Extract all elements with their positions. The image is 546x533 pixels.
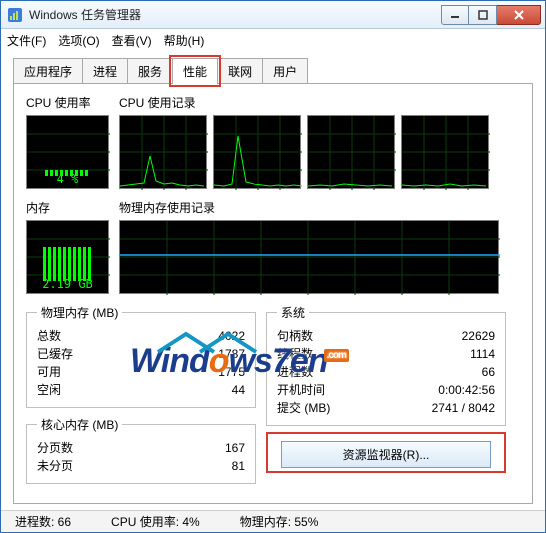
pm-total-k: 总数 (37, 327, 61, 345)
tab-services[interactable]: 服务 (127, 58, 173, 84)
sys-uptime-k: 开机时间 (277, 381, 325, 399)
system-legend: 系统 (277, 304, 309, 321)
performance-panel: CPU 使用率 4 % CPU 使用记录 (13, 83, 533, 504)
cpu-gauge-value: 4 % (27, 172, 108, 186)
pm-free-k: 空闲 (37, 381, 61, 399)
window-title: Windows 任务管理器 (29, 6, 441, 23)
window-buttons (441, 5, 541, 25)
menu-file[interactable]: 文件(F) (7, 32, 46, 49)
sys-threads-k: 线程数 (277, 345, 313, 363)
pm-avail-v: 1775 (218, 363, 245, 381)
sys-handles-k: 句柄数 (277, 327, 313, 345)
menu-view[interactable]: 查看(V) (112, 32, 152, 49)
status-cpu: CPU 使用率: 4% (111, 513, 200, 530)
mem-history-graph (119, 220, 499, 294)
mem-history-label: 物理内存使用记录 (119, 199, 499, 216)
sys-procs-k: 进程数 (277, 363, 313, 381)
physical-memory-group: 物理内存 (MB) 总数 4022 已缓存 1787 可用 1775 空闲 44 (26, 304, 256, 408)
km-nonpaged-v: 81 (232, 457, 245, 475)
sys-threads-v: 1114 (470, 345, 495, 363)
system-group: 系统 句柄数 22629 线程数 1114 进程数 66 开机时间 0:00:42:56… (266, 304, 506, 426)
close-button[interactable] (497, 5, 541, 25)
window: Windows 任务管理器 文件(F) 选项(O) 查看(V) 帮助(H) 应用… (0, 0, 546, 533)
resource-monitor-button[interactable]: 资源监视器(R)... (281, 441, 491, 468)
cpu-history-core1 (213, 115, 301, 189)
statusbar: 进程数: 66 CPU 使用率: 4% 物理内存: 55% (1, 510, 545, 532)
sys-commit-k: 提交 (MB) (277, 399, 330, 417)
tab-performance[interactable]: 性能 (172, 58, 218, 84)
cpu-usage-label: CPU 使用率 (26, 94, 109, 111)
sys-uptime-v: 0:00:42:56 (438, 381, 495, 399)
tabstrip: 应用程序 进程 服务 性能 联网 用户 (1, 51, 545, 83)
mem-gauge: 2.19 GB (26, 220, 109, 294)
cpu-history-graphs (119, 115, 489, 189)
pm-avail-k: 可用 (37, 363, 61, 381)
maximize-button[interactable] (469, 5, 497, 25)
cpu-history-core3 (401, 115, 489, 189)
sys-commit-v: 2741 / 8042 (432, 399, 495, 417)
cpu-history-core2 (307, 115, 395, 189)
app-icon (7, 7, 23, 23)
physical-memory-legend: 物理内存 (MB) (37, 304, 122, 321)
cpu-gauge: 4 % (26, 115, 109, 189)
minimize-icon (450, 10, 460, 20)
mem-label: 内存 (26, 199, 109, 216)
tab-users[interactable]: 用户 (262, 58, 308, 84)
tab-applications[interactable]: 应用程序 (13, 58, 83, 84)
tab-networking[interactable]: 联网 (217, 58, 263, 84)
km-nonpaged-k: 未分页 (37, 457, 73, 475)
pm-free-v: 44 (232, 381, 245, 399)
menu-help[interactable]: 帮助(H) (164, 32, 205, 49)
titlebar[interactable]: Windows 任务管理器 (1, 1, 545, 29)
tab-processes[interactable]: 进程 (82, 58, 128, 84)
menubar: 文件(F) 选项(O) 查看(V) 帮助(H) (1, 29, 545, 51)
menu-options[interactable]: 选项(O) (58, 32, 99, 49)
pm-cached-k: 已缓存 (37, 345, 73, 363)
pm-total-v: 4022 (218, 327, 245, 345)
minimize-button[interactable] (441, 5, 469, 25)
sys-procs-v: 66 (482, 363, 495, 381)
sys-handles-v: 22629 (462, 327, 495, 345)
cpu-history-core0 (119, 115, 207, 189)
status-processes: 进程数: 66 (15, 513, 71, 530)
mem-gauge-value: 2.19 GB (27, 277, 108, 291)
status-memory: 物理内存: 55% (240, 513, 319, 530)
pm-cached-v: 1787 (218, 345, 245, 363)
close-icon (513, 10, 525, 20)
resource-monitor-highlight: 资源监视器(R)... (266, 432, 506, 473)
kernel-memory-group: 核心内存 (MB) 分页数 167 未分页 81 (26, 416, 256, 484)
km-paged-k: 分页数 (37, 439, 73, 457)
km-paged-v: 167 (225, 439, 245, 457)
cpu-history-label: CPU 使用记录 (119, 94, 489, 111)
maximize-icon (478, 10, 488, 20)
kernel-memory-legend: 核心内存 (MB) (37, 416, 122, 433)
